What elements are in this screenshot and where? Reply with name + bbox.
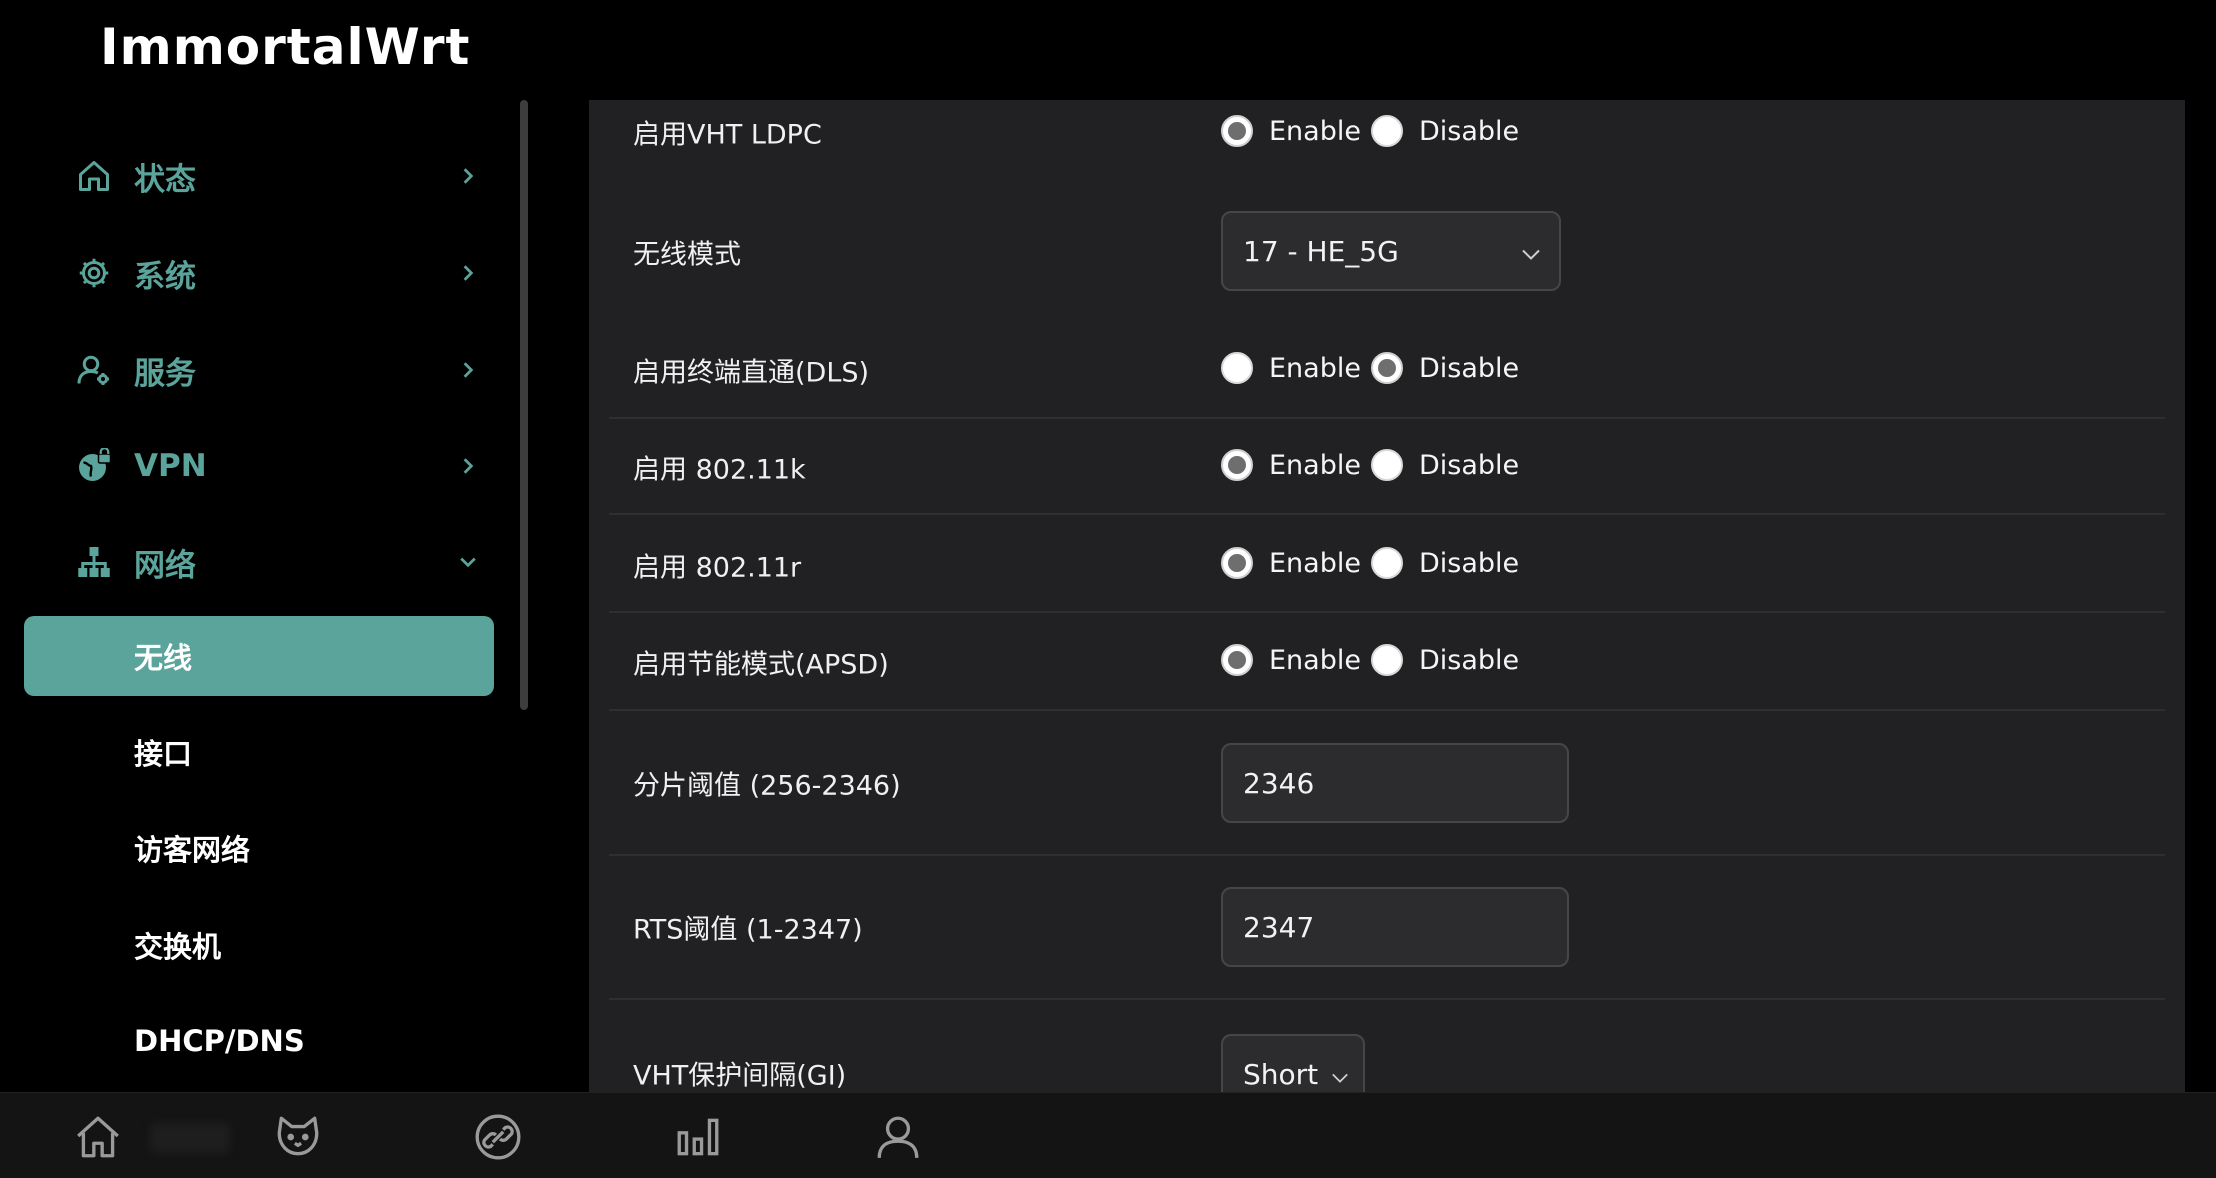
field-label: 分片阈值 (256-2346) xyxy=(633,770,901,802)
settings-panel: 启用VHT LDPC Enable Disable 无线模式 17 - HE_5… xyxy=(589,100,2185,1092)
vht-gi-select[interactable]: Short xyxy=(1221,1034,1365,1092)
80211r-enable-radio[interactable] xyxy=(1221,547,1253,579)
brand-title: ImmortalWrt xyxy=(100,18,471,76)
sidebar-item-status[interactable]: 状态 xyxy=(0,136,510,216)
sidebar-item-label: 服务 xyxy=(134,355,196,392)
sidebar-subitem-label: DHCP/DNS xyxy=(134,1024,305,1058)
sidebar-item-network[interactable]: 网络 xyxy=(0,522,510,602)
sidebar-subitem-label: 无线 xyxy=(134,641,193,675)
home-icon[interactable] xyxy=(72,1111,124,1163)
sidebar-subitem-wireless[interactable]: 无线 xyxy=(24,616,494,696)
field-label: 启用节能模式(APSD) xyxy=(633,649,889,681)
sidebar-scrollbar[interactable] xyxy=(520,100,528,710)
dls-radio-group: Enable Disable xyxy=(1221,352,1529,384)
radio-label: Disable xyxy=(1418,644,1520,676)
sidebar-item-label: 网络 xyxy=(134,547,196,584)
row-80211k: 启用 802.11k Enable Disable xyxy=(609,417,2165,515)
80211k-enable-radio[interactable] xyxy=(1221,449,1253,481)
sidebar: 状态 系统 服务 VPN 网络 无线 接口 访客网络 交换机 DHCP/DNS xyxy=(0,100,510,1090)
field-label: VHT保护间隔(GI) xyxy=(633,1060,847,1092)
sidebar-item-vpn[interactable]: VPN xyxy=(0,426,510,506)
row-vht-gi: VHT保护间隔(GI) Short xyxy=(609,1000,2165,1092)
frag-threshold-input[interactable]: 2346 xyxy=(1221,743,1569,823)
chevron-right-icon xyxy=(458,456,478,476)
apsd-radio-group: Enable Disable xyxy=(1221,644,1529,676)
sidebar-subitem-dhcp-dns[interactable]: DHCP/DNS xyxy=(24,1001,494,1081)
chevron-right-icon xyxy=(458,360,478,380)
radio-label: Disable xyxy=(1418,547,1520,579)
80211k-radio-group: Enable Disable xyxy=(1221,449,1529,481)
cat-icon[interactable] xyxy=(272,1111,324,1163)
field-label: 启用终端直通(DLS) xyxy=(633,357,870,389)
select-value: Short xyxy=(1243,1057,1319,1091)
rts-threshold-input[interactable]: 2347 xyxy=(1221,887,1569,967)
user-gear-icon xyxy=(74,350,114,390)
field-label: 启用 802.11r xyxy=(633,552,802,584)
sidebar-item-label: VPN xyxy=(134,448,207,484)
row-rts-threshold: RTS阈值 (1-2347) 2347 xyxy=(609,856,2165,1000)
row-dls: 启用终端直通(DLS) Enable Disable xyxy=(609,100,2165,419)
sidebar-item-label: 系统 xyxy=(134,258,196,295)
sidebar-subitem-label: 接口 xyxy=(134,737,193,771)
80211k-disable-radio[interactable] xyxy=(1370,449,1403,481)
sidebar-item-system[interactable]: 系统 xyxy=(0,233,510,313)
sidebar-item-label: 状态 xyxy=(134,161,196,198)
network-tree-icon xyxy=(74,542,114,582)
gear-icon xyxy=(74,253,114,293)
input-value: 2347 xyxy=(1243,910,1315,944)
80211r-radio-group: Enable Disable xyxy=(1221,547,1529,579)
home-icon xyxy=(74,156,114,196)
sidebar-subitem-switch[interactable]: 交换机 xyxy=(24,905,494,985)
chevron-down-icon xyxy=(1331,1058,1349,1091)
blurred-label xyxy=(150,1123,230,1153)
radio-label: Disable xyxy=(1418,352,1520,384)
field-label: RTS阈值 (1-2347) xyxy=(633,914,863,946)
dls-enable-radio[interactable] xyxy=(1221,352,1253,384)
radio-label: Enable xyxy=(1269,644,1361,676)
user-icon[interactable] xyxy=(872,1111,924,1163)
apsd-disable-radio[interactable] xyxy=(1370,644,1403,676)
globe-lock-icon xyxy=(74,446,114,486)
sidebar-item-services[interactable]: 服务 xyxy=(0,330,510,410)
link-icon[interactable] xyxy=(472,1111,524,1163)
sidebar-subitem-label: 交换机 xyxy=(134,930,222,964)
bottom-nav-bar xyxy=(0,1092,2216,1178)
row-frag-threshold: 分片阈值 (256-2346) 2346 xyxy=(609,711,2165,856)
radio-label: Enable xyxy=(1269,352,1361,384)
row-80211r: 启用 802.11r Enable Disable xyxy=(609,515,2165,613)
field-label: 启用 802.11k xyxy=(633,454,806,486)
row-apsd: 启用节能模式(APSD) Enable Disable xyxy=(609,613,2165,711)
bar-chart-icon[interactable] xyxy=(672,1111,724,1163)
sidebar-subitem-guest-network[interactable]: 访客网络 xyxy=(24,808,494,888)
radio-label: Enable xyxy=(1269,547,1361,579)
sidebar-subitem-label: 访客网络 xyxy=(134,833,251,867)
radio-label: Enable xyxy=(1269,449,1361,481)
chevron-right-icon xyxy=(458,263,478,283)
chevron-down-icon xyxy=(458,552,478,572)
chevron-right-icon xyxy=(458,166,478,186)
dls-disable-radio[interactable] xyxy=(1370,352,1403,384)
apsd-enable-radio[interactable] xyxy=(1221,644,1253,676)
radio-label: Disable xyxy=(1418,449,1520,481)
input-value: 2346 xyxy=(1243,766,1315,800)
sidebar-subitem-interfaces[interactable]: 接口 xyxy=(24,712,494,792)
80211r-disable-radio[interactable] xyxy=(1370,547,1403,579)
